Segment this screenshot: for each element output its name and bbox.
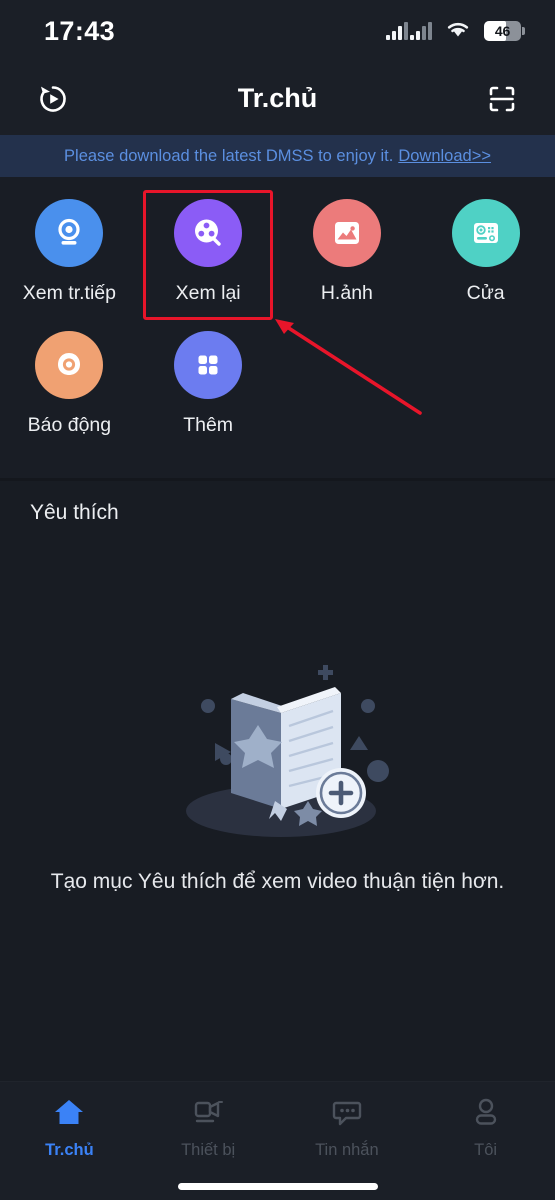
- shortcut-more[interactable]: Thêm: [139, 331, 278, 437]
- shortcut-images[interactable]: H.ảnh: [278, 199, 417, 305]
- favorites-section: Yêu thích Tạo mục Yêu thích để xem video…: [0, 481, 555, 1081]
- profile-icon: [469, 1095, 503, 1134]
- shortcut-row-2: Báo động Thêm: [0, 331, 555, 437]
- banner-message: Please download the latest DMSS to enjoy…: [64, 146, 394, 165]
- shortcut-label: Báo động: [27, 414, 112, 436]
- shortcut-empty-slot: [416, 331, 555, 437]
- shortcut-label: Thêm: [183, 414, 234, 436]
- tab-label: Tôi: [474, 1141, 498, 1159]
- tab-home[interactable]: Tr.chủ: [0, 1095, 139, 1200]
- signal-bars-icon: [386, 22, 432, 40]
- scan-qr-icon[interactable]: [479, 76, 525, 122]
- alarm-siren-icon: [35, 331, 104, 399]
- tab-label: Thiết bị: [181, 1141, 236, 1159]
- live-camera-icon: [35, 199, 104, 267]
- shortcut-door[interactable]: Cửa: [416, 199, 555, 305]
- favorites-empty-message: Tạo mục Yêu thích để xem video thuận tiệ…: [50, 870, 505, 893]
- message-icon: [330, 1095, 364, 1134]
- status-bar: 17:43 46: [0, 0, 555, 62]
- app-header: Tr.chủ: [0, 62, 555, 135]
- shortcut-label: H.ảnh: [320, 282, 373, 304]
- shortcut-label: Cửa: [466, 282, 505, 304]
- open-book-add-illustration: [163, 651, 393, 856]
- status-bar-icons: 46: [386, 19, 525, 43]
- battery-icon: 46: [484, 21, 525, 41]
- app-screen: 17:43 46 Tr.chủ Please download the late…: [0, 0, 555, 1200]
- shortcut-playback[interactable]: Xem lại: [139, 199, 278, 305]
- banner-download-link[interactable]: Download>>: [398, 147, 491, 166]
- bottom-tab-bar: Tr.chủ Thiết bị Tin nhắn Tôi: [0, 1081, 555, 1200]
- film-reel-icon: [174, 199, 243, 267]
- door-station-icon: [451, 199, 520, 267]
- favorites-title: Yêu thích: [30, 501, 119, 524]
- page-title: Tr.chủ: [237, 83, 318, 113]
- shortcut-live-preview[interactable]: Xem tr.tiếp: [0, 199, 139, 305]
- favorites-empty-state: Tạo mục Yêu thích để xem video thuận tiệ…: [0, 651, 555, 894]
- photo-image-icon: [312, 199, 381, 267]
- tab-profile[interactable]: Tôi: [416, 1095, 555, 1200]
- home-indicator: [177, 1183, 378, 1190]
- tab-label: Tin nhắn: [315, 1141, 379, 1159]
- battery-level: 46: [494, 23, 511, 39]
- shortcut-row-1: Xem tr.tiếp Xem lại H.ảnh Cửa: [0, 199, 555, 305]
- status-bar-time: 17:43: [44, 15, 116, 46]
- more-grid-icon: [174, 331, 243, 399]
- shortcut-empty-slot: [278, 331, 417, 437]
- shortcut-label: Xem tr.tiếp: [22, 282, 116, 304]
- shortcut-grid: Xem tr.tiếp Xem lại H.ảnh Cửa Báo động T…: [0, 177, 555, 478]
- wifi-icon: [445, 19, 471, 43]
- replay-history-icon[interactable]: [30, 76, 76, 122]
- home-icon: [52, 1095, 86, 1134]
- shortcut-alarm[interactable]: Báo động: [0, 331, 139, 437]
- shortcut-label: Xem lại: [175, 282, 241, 304]
- device-icon: [191, 1095, 225, 1134]
- update-banner[interactable]: Please download the latest DMSS to enjoy…: [0, 135, 555, 177]
- tab-label: Tr.chủ: [45, 1141, 94, 1159]
